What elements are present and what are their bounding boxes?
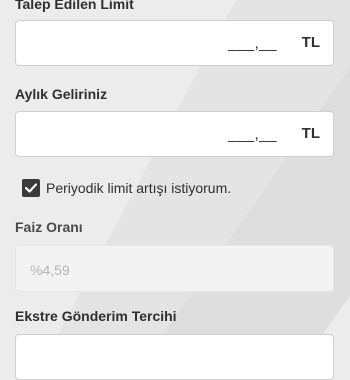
- interest-rate-value: %4,59: [30, 262, 70, 278]
- currency-label: TL: [301, 125, 320, 142]
- requested-limit-input[interactable]: ___,__ TL: [15, 20, 334, 66]
- requested-limit-label: Talep Edilen Limit: [15, 0, 134, 12]
- periodic-increase-label[interactable]: Periyodik limit artışı istiyorum.: [46, 180, 231, 196]
- amount-mask: ___,__: [228, 35, 277, 52]
- checkmark-icon: [24, 183, 38, 193]
- amount-mask: ___,__: [228, 126, 277, 143]
- interest-rate-label: Faiz Oranı: [15, 219, 83, 235]
- periodic-increase-checkbox[interactable]: [22, 179, 40, 197]
- monthly-income-label: Aylık Geliriniz: [15, 86, 108, 102]
- interest-rate-field: %4,59: [15, 245, 334, 292]
- statement-preference-label: Ekstre Gönderim Tercihi: [15, 308, 177, 324]
- currency-label: TL: [301, 34, 320, 51]
- monthly-income-input[interactable]: ___,__ TL: [15, 111, 334, 157]
- statement-preference-select[interactable]: [15, 334, 334, 380]
